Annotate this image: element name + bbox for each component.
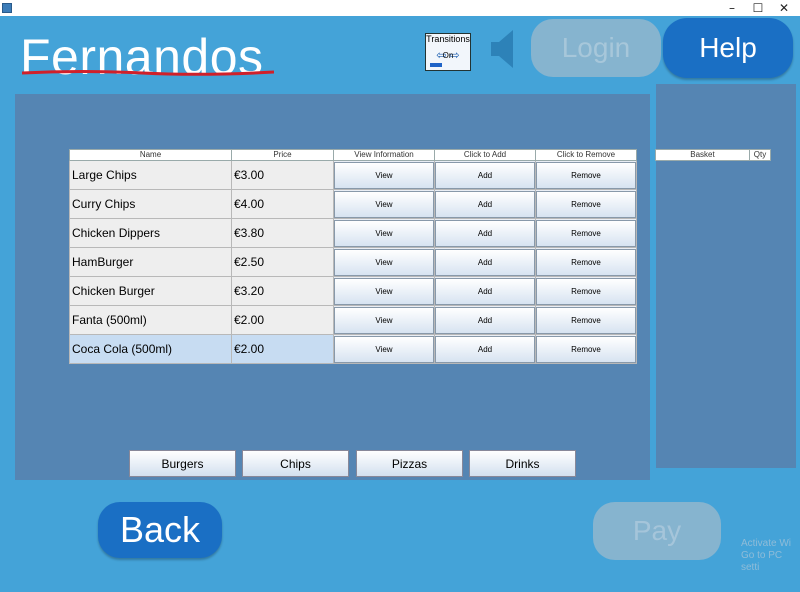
menu-row[interactable]: Fanta (500ml) €2.00 View Add Remove (69, 305, 637, 335)
remove-button[interactable]: Remove (536, 306, 636, 334)
item-name[interactable]: Chicken Dippers (69, 218, 232, 248)
menu-row[interactable]: Chicken Dippers €3.80 View Add Remove (69, 218, 637, 248)
item-name[interactable]: Chicken Burger (69, 276, 232, 306)
column-header-remove[interactable]: Click to Remove (535, 149, 637, 161)
view-button[interactable]: View (334, 190, 434, 218)
minimize-button[interactable]: – (718, 0, 746, 16)
item-price[interactable]: €2.50 (231, 247, 334, 277)
view-button[interactable]: View (334, 161, 434, 189)
item-price[interactable]: €3.20 (231, 276, 334, 306)
app-icon (2, 3, 12, 13)
add-button[interactable]: Add (435, 219, 535, 247)
view-button[interactable]: View (334, 335, 434, 363)
menu-table: Name Price View Information Click to Add… (69, 149, 637, 364)
help-button[interactable]: Help (663, 18, 793, 78)
item-price[interactable]: €4.00 (231, 189, 334, 219)
maximize-button[interactable]: ☐ (744, 0, 772, 16)
remove-button[interactable]: Remove (536, 190, 636, 218)
transitions-toggle[interactable]: Transitions ⇦ ⇨ On (425, 33, 471, 71)
column-header-qty[interactable]: Qty (749, 149, 771, 161)
item-price[interactable]: €2.00 (231, 305, 334, 335)
view-button[interactable]: View (334, 306, 434, 334)
item-name[interactable]: Fanta (500ml) (69, 305, 232, 335)
menu-row[interactable]: Curry Chips €4.00 View Add Remove (69, 189, 637, 219)
item-price[interactable]: €3.80 (231, 218, 334, 248)
remove-button[interactable]: Remove (536, 248, 636, 276)
category-drinks-button[interactable]: Drinks (469, 450, 576, 477)
view-button[interactable]: View (334, 248, 434, 276)
column-header-basket[interactable]: Basket (655, 149, 750, 161)
add-button[interactable]: Add (435, 306, 535, 334)
view-button[interactable]: View (334, 219, 434, 247)
speaker-icon[interactable] (489, 26, 517, 72)
watermark-line-1: Activate Wi (741, 538, 792, 549)
login-button[interactable]: Login (531, 19, 661, 77)
menu-row[interactable]: Chicken Burger €3.20 View Add Remove (69, 276, 637, 306)
spellcheck-underline (22, 70, 274, 76)
basket-table: Basket Qty (655, 149, 771, 161)
add-button[interactable]: Add (435, 161, 535, 189)
menu-row[interactable]: Large Chips €3.00 View Add Remove (69, 160, 637, 190)
item-name[interactable]: HamBurger (69, 247, 232, 277)
category-chips-button[interactable]: Chips (242, 450, 349, 477)
item-price[interactable]: €3.00 (231, 160, 334, 190)
back-button[interactable]: Back (98, 502, 222, 558)
item-name[interactable]: Curry Chips (69, 189, 232, 219)
remove-button[interactable]: Remove (536, 219, 636, 247)
add-button[interactable]: Add (435, 248, 535, 276)
activation-watermark: Activate Wi Go to PC setti (741, 538, 800, 574)
column-header-name[interactable]: Name (69, 149, 232, 161)
remove-button[interactable]: Remove (536, 161, 636, 189)
column-header-view[interactable]: View Information (333, 149, 435, 161)
category-pizzas-button[interactable]: Pizzas (356, 450, 463, 477)
remove-button[interactable]: Remove (536, 335, 636, 363)
column-header-price[interactable]: Price (231, 149, 334, 161)
basket-panel (656, 84, 796, 468)
transitions-indicator (430, 63, 442, 67)
window-titlebar: – ☐ ✕ (0, 0, 800, 16)
view-button[interactable]: View (334, 277, 434, 305)
menu-row-selected[interactable]: Coca Cola (500ml) €2.00 View Add Remove (69, 334, 637, 364)
column-header-add[interactable]: Click to Add (434, 149, 536, 161)
transitions-label: Transitions (426, 34, 470, 44)
item-name[interactable]: Coca Cola (500ml) (69, 334, 232, 364)
add-button[interactable]: Add (435, 335, 535, 363)
category-burgers-button[interactable]: Burgers (129, 450, 236, 477)
add-button[interactable]: Add (435, 190, 535, 218)
remove-button[interactable]: Remove (536, 277, 636, 305)
item-price[interactable]: €2.00 (231, 334, 334, 364)
transitions-state: On (442, 51, 454, 60)
watermark-line-2: Go to PC setti (741, 550, 783, 573)
pay-button[interactable]: Pay (593, 502, 721, 560)
item-name[interactable]: Large Chips (69, 160, 232, 190)
add-button[interactable]: Add (435, 277, 535, 305)
menu-row[interactable]: HamBurger €2.50 View Add Remove (69, 247, 637, 277)
close-button[interactable]: ✕ (770, 0, 798, 16)
